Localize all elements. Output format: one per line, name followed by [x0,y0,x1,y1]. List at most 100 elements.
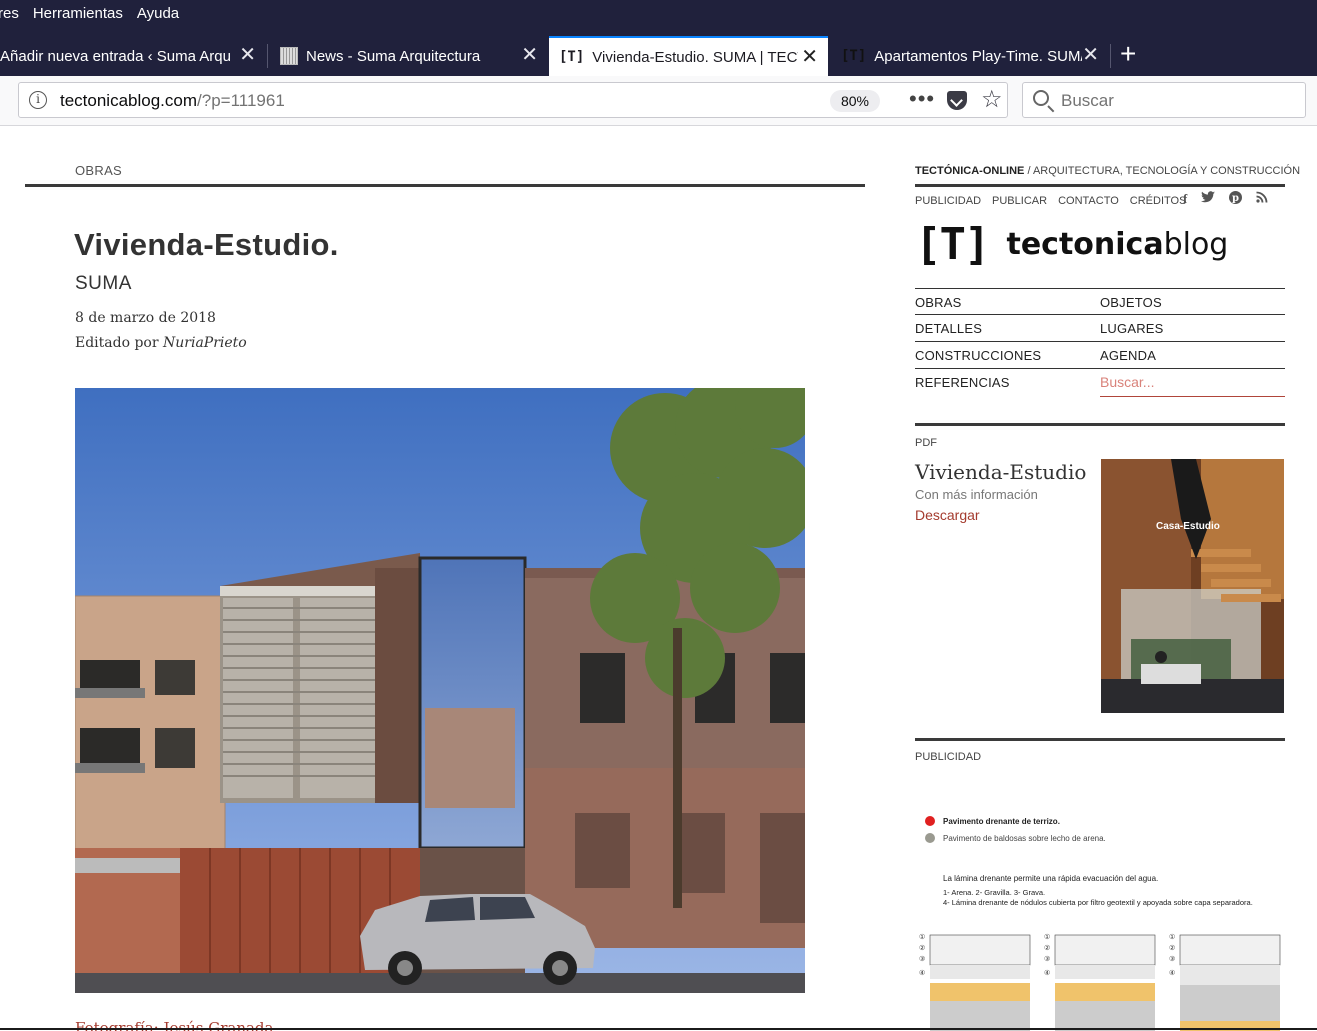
nav-row: REFERENCIAS Buscar... [915,369,1285,397]
post-author: SUMA [75,273,132,294]
ad-text-line: 4- Lámina drenante de nódulos cubierta p… [943,898,1253,907]
svg-text:①: ① [919,933,925,941]
nav-obras[interactable]: OBRAS [915,295,962,310]
nav-row: OBRAS OBJETOS [915,288,1285,315]
zoom-level-button[interactable]: 80% [830,90,880,112]
pdf-cover-image[interactable]: Casa-Estudio [1101,459,1284,713]
close-icon[interactable]: ✕ [1082,45,1099,65]
close-icon[interactable]: ✕ [239,45,256,65]
tab-title: Añadir nueva entrada ‹ Suma Arqui [0,47,232,65]
facebook-icon[interactable]: f [1183,191,1187,207]
logo-wordmark-bold: tectonica [1006,227,1164,262]
site-tagline: TECTÓNICA-ONLINE / ARQUITECTURA, TECNOLO… [915,165,1300,177]
ad-legend-terrizo: Pavimento drenante de terrizo. [943,817,1060,826]
hero-photo[interactable] [75,388,805,993]
svg-text:④: ④ [1044,969,1050,977]
logo-mark: [T] [915,219,990,270]
info-icon[interactable]: i [29,91,47,109]
svg-text:①: ① [1044,933,1050,941]
ad-section-label: PUBLICIDAD [915,751,982,763]
url-bar[interactable]: i tectonicablog.com/?p=111961 80% ••• ☆ [18,82,1008,118]
post-editor: Editado por NuriaPrieto [75,335,247,351]
site-name[interactable]: TECTÓNICA-ONLINE [915,165,1024,177]
link-publicar[interactable]: PUBLICAR [992,195,1047,207]
search-placeholder: Buscar [1061,91,1114,110]
pinterest-icon[interactable]: p [1229,191,1243,207]
search-icon [1033,90,1049,106]
tab-news[interactable]: News - Suma Arquitectura ✕ [268,36,548,76]
nav-detalles[interactable]: DETALLES [915,321,982,336]
browser-chrome: res Herramientas Ayuda Añadir nueva entr… [0,0,1317,76]
cover-title: Casa-Estudio [1156,521,1220,532]
post-title: Vivienda-Estudio. [74,227,339,262]
nav-objetos[interactable]: OBJETOS [1100,295,1162,310]
tab-add-entry[interactable]: Añadir nueva entrada ‹ Suma Arqui ✕ [0,36,266,76]
news-favicon-icon [280,47,298,65]
ad-legend-baldosas: Pavimento de baldosas sobre lecho de are… [943,834,1106,843]
twitter-icon[interactable] [1201,191,1216,207]
search-bar[interactable]: Buscar [1022,82,1306,118]
link-creditos[interactable]: CRÉDITOS [1130,195,1187,207]
logo-wordmark-light: blog [1163,227,1229,262]
pdf-subtitle: Con más información [915,487,1038,502]
social-links: f p [1183,191,1268,207]
page-actions-menu-icon[interactable]: ••• [909,86,935,112]
nav-agenda[interactable]: AGENDA [1100,348,1156,363]
site-logo[interactable]: [T] tectonicablog [915,222,1228,268]
ad-text-line: 1- Arena. 2- Gravilla. 3- Grava. [943,888,1045,897]
menu-item-view[interactable]: res [0,5,19,22]
nav-lugares[interactable]: LUGARES [1100,321,1164,336]
building-facade-image [75,388,805,993]
svg-text:④: ④ [919,969,925,977]
category-label[interactable]: OBRAS [75,163,122,178]
svg-text:③: ③ [1044,955,1050,963]
editor-link[interactable]: NuriaPrieto [163,335,247,351]
rss-icon[interactable] [1256,191,1268,207]
url-host: tectonicablog.com [60,91,198,110]
nav-construcciones[interactable]: CONSTRUCCIONES [915,348,1041,363]
sidebar-links: PUBLICIDAD PUBLICAR CONTACTO CRÉDITOS [915,195,1186,207]
sidebar-search-input[interactable]: Buscar... [1100,374,1285,397]
pdf-title[interactable]: Vivienda-Estudio [915,460,1086,484]
tab-title: Vivienda-Estudio. SUMA | TECT [592,48,799,66]
site-description: / ARQUITECTURA, TECNOLOGÍA Y CONSTRUCCIÓ… [1024,165,1301,177]
svg-text:②: ② [1044,944,1050,952]
menu-item-tools[interactable]: Herramientas [33,5,123,22]
svg-text:①: ① [1169,933,1175,941]
svg-text:③: ③ [1169,955,1175,963]
bookmark-star-icon[interactable]: ☆ [981,85,1003,114]
tab-vivienda-estudio[interactable]: [T] Vivienda-Estudio. SUMA | TECT ✕ [549,36,828,76]
tab-strip: Añadir nueva entrada ‹ Suma Arqui ✕ News… [0,36,1317,76]
advertisement[interactable]: Pavimento drenante de terrizo. Pavimento… [915,777,1285,1031]
url-text[interactable]: tectonicablog.com/?p=111961 [60,91,285,111]
tab-title: Apartamentos Play-Time. SUM/ [874,47,1083,65]
menu-item-help[interactable]: Ayuda [137,5,179,22]
logo-wordmark: tectonicablog [1006,222,1228,268]
nav-row: DETALLES LUGARES [915,315,1285,342]
nav-referencias[interactable]: REFERENCIAS [915,375,1010,390]
svg-text:②: ② [1169,944,1175,952]
post-date: 8 de marzo de 2018 [75,310,216,326]
nav-row: CONSTRUCCIONES AGENDA [915,342,1285,369]
link-contacto[interactable]: CONTACTO [1058,195,1119,207]
tab-apartamentos[interactable]: [T] Apartamentos Play-Time. SUM/ ✕ [829,36,1109,76]
pocket-icon[interactable] [947,91,967,110]
tectonica-favicon-icon: [T] [841,48,867,64]
divider [915,738,1285,741]
section-nav: OBRAS OBJETOS DETALLES LUGARES CONSTRUCC… [915,288,1285,397]
link-publicidad[interactable]: PUBLICIDAD [915,195,981,207]
divider [915,184,1285,187]
new-tab-button[interactable]: + [1120,40,1136,68]
close-icon[interactable]: ✕ [801,47,818,67]
ad-text-line: La lámina drenante permite una rápida ev… [943,874,1158,883]
url-path: /?p=111961 [197,91,285,110]
divider [25,184,865,187]
pdf-download-link[interactable]: Descargar [915,507,980,523]
svg-text:②: ② [919,944,925,952]
web-page: OBRAS Vivienda-Estudio. SUMA 8 de marzo … [0,127,1317,1031]
navigation-toolbar: i tectonicablog.com/?p=111961 80% ••• ☆ … [0,76,1317,126]
tab-separator [1110,44,1111,68]
divider [915,423,1285,426]
editor-prefix: Editado por [75,335,164,351]
close-icon[interactable]: ✕ [521,45,538,65]
